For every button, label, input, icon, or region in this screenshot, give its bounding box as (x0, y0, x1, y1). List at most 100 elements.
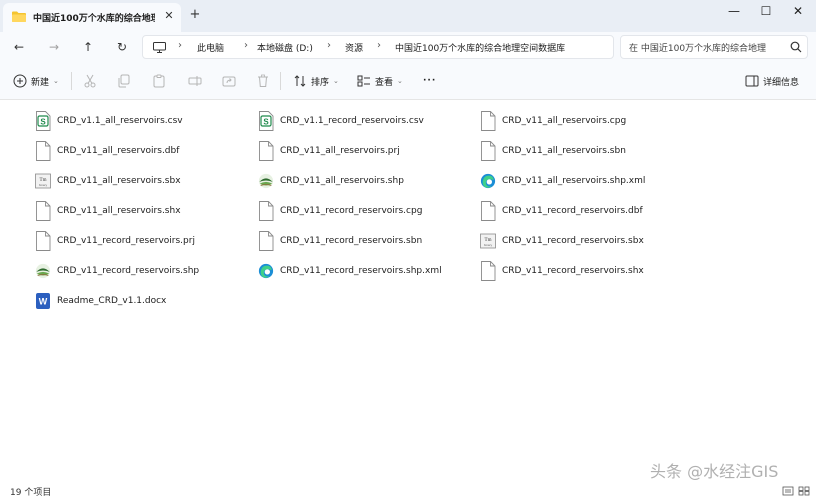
svg-text:binary: binary (39, 183, 48, 187)
breadcrumb-this-pc[interactable]: 此电脑 (197, 41, 224, 54)
file-item[interactable]: CRD_v11_record_reservoirs.dbf (477, 199, 692, 223)
file-name: CRD_v1.1_record_reservoirs.csv (280, 116, 424, 126)
file-name: Readme_CRD_v1.1.docx (57, 296, 167, 306)
view-button[interactable]: 查看 ⌄ (375, 72, 403, 90)
file-item[interactable]: CRD_v11_all_reservoirs.sbn (477, 139, 692, 163)
details-button[interactable]: 详细信息 (763, 72, 799, 90)
rename-icon[interactable] (188, 74, 202, 88)
breadcrumb-separator: › (244, 40, 248, 51)
address-bar[interactable]: › 此电脑 › 本地磁盘 (D:) › 资源 › 中国近100万个水库的综合地理… (142, 35, 614, 59)
file-name: CRD_v11_all_reservoirs.dbf (57, 146, 180, 156)
search-input[interactable]: 在 中国近100万个水库的综合地理 (629, 41, 784, 54)
blank-file-icon (35, 231, 51, 251)
cut-icon[interactable] (83, 74, 97, 88)
copy-icon[interactable] (117, 74, 131, 88)
breadcrumb-local-disk[interactable]: 本地磁盘 (D:) (257, 41, 313, 54)
file-item[interactable]: CRD_v11_all_reservoirs.shp (255, 169, 470, 193)
file-item[interactable]: CRD_v11_all_reservoirs.shx (32, 199, 247, 223)
details-button-label: 详细信息 (763, 77, 800, 88)
sort-button-label: 排序 (311, 77, 330, 88)
blank-file-icon (258, 231, 274, 251)
file-name: CRD_v1.1_all_reservoirs.csv (57, 116, 183, 126)
maximize-button[interactable]: ☐ (751, 2, 781, 20)
new-button[interactable]: 新建 ⌄ (31, 72, 59, 90)
paste-icon[interactable] (152, 74, 166, 88)
sbx-icon: Tm binary (35, 171, 51, 191)
file-name: CRD_v11_record_reservoirs.shp.xml (280, 266, 442, 276)
file-name: CRD_v11_all_reservoirs.cpg (502, 116, 627, 126)
folder-icon (12, 11, 26, 22)
file-name: CRD_v11_all_reservoirs.shp.xml (502, 176, 646, 186)
chevron-down-icon: ⌄ (397, 77, 403, 85)
file-item[interactable]: CRD_v11_record_reservoirs.shx (477, 259, 692, 283)
csv-icon: S (258, 111, 274, 131)
file-name: CRD_v11_record_reservoirs.sbx (502, 236, 644, 246)
details-pane-icon (745, 75, 759, 87)
breadcrumb-separator: › (327, 40, 331, 51)
file-item[interactable]: Tm binary CRD_v11_record_reservoirs.sbx (477, 229, 692, 253)
file-item[interactable]: CRD_v11_all_reservoirs.dbf (32, 139, 247, 163)
watermark: 头条 @水经注GIS (650, 462, 779, 481)
title-bar: 中国近100万个水库的综合地理 ✕ + — ☐ ✕ (0, 0, 816, 32)
new-tab-icon[interactable]: + (188, 8, 202, 22)
blank-file-icon (480, 261, 496, 281)
sort-button[interactable]: 排序 ⌄ (311, 72, 339, 90)
delete-icon[interactable] (256, 74, 270, 88)
breadcrumb-current-folder[interactable]: 中国近100万个水库的综合地理空间数据库 (395, 41, 565, 54)
up-arrow-icon[interactable]: ↑ (80, 39, 96, 55)
search-icon[interactable] (790, 41, 802, 53)
more-options-button[interactable]: ··· (423, 72, 436, 90)
file-item[interactable]: CRD_v11_record_reservoirs.shp.xml (255, 259, 470, 283)
blank-file-icon (480, 111, 496, 131)
layout-toggle-icons[interactable] (782, 486, 812, 496)
forward-arrow-icon[interactable]: → (46, 39, 62, 55)
file-item[interactable]: CRD_v11_all_reservoirs.prj (255, 139, 470, 163)
new-button-label: 新建 (31, 77, 50, 88)
file-name: CRD_v11_record_reservoirs.sbn (280, 236, 423, 246)
file-item[interactable]: CRD_v11_record_reservoirs.shp (32, 259, 247, 283)
item-count: 19 个项目 (10, 488, 52, 498)
blank-file-icon (480, 141, 496, 161)
file-name: CRD_v11_record_reservoirs.shp (57, 266, 200, 276)
command-bar: 新建 ⌄ 排序 ⌄ 查看 ⌄ ··· 详细信息 (0, 62, 816, 100)
blank-file-icon (35, 141, 51, 161)
file-item[interactable]: W Readme_CRD_v1.1.docx (32, 289, 247, 313)
minimize-button[interactable]: — (719, 2, 749, 20)
file-item[interactable]: CRD_v11_all_reservoirs.cpg (477, 109, 692, 133)
file-item[interactable]: Tm binary CRD_v11_all_reservoirs.sbx (32, 169, 247, 193)
file-item[interactable]: CRD_v11_record_reservoirs.cpg (255, 199, 470, 223)
svg-text:S: S (40, 117, 46, 126)
tab-active[interactable]: 中国近100万个水库的综合地理 ✕ (3, 3, 181, 32)
file-name: CRD_v11_record_reservoirs.cpg (280, 206, 423, 216)
breadcrumb-resources[interactable]: 资源 (345, 41, 363, 54)
file-item[interactable]: CRD_v11_record_reservoirs.sbn (255, 229, 470, 253)
file-name: CRD_v11_record_reservoirs.shx (502, 266, 644, 276)
svg-text:S: S (263, 117, 269, 126)
close-tab-icon[interactable]: ✕ (162, 9, 176, 23)
divider (280, 72, 281, 90)
shp-icon (35, 261, 51, 281)
view-icon (357, 75, 370, 87)
breadcrumb-separator: › (178, 40, 182, 51)
chevron-down-icon: ⌄ (53, 77, 59, 85)
file-name: CRD_v11_record_reservoirs.prj (57, 236, 195, 246)
file-name: CRD_v11_record_reservoirs.dbf (502, 206, 643, 216)
file-name: CRD_v11_all_reservoirs.prj (280, 146, 400, 156)
file-item[interactable]: CRD_v11_all_reservoirs.shp.xml (477, 169, 692, 193)
back-arrow-icon[interactable]: ← (11, 39, 27, 55)
search-box[interactable]: 在 中国近100万个水库的综合地理 (620, 35, 808, 59)
tab-title: 中国近100万个水库的综合地理 (33, 14, 155, 24)
breadcrumb-separator: › (377, 40, 381, 51)
file-item[interactable]: S CRD_v1.1_all_reservoirs.csv (32, 109, 247, 133)
file-item[interactable]: CRD_v11_record_reservoirs.prj (32, 229, 247, 253)
refresh-icon[interactable]: ↻ (114, 39, 130, 55)
csv-icon: S (35, 111, 51, 131)
share-icon[interactable] (222, 74, 236, 88)
file-item[interactable]: S CRD_v1.1_record_reservoirs.csv (255, 109, 470, 133)
close-window-button[interactable]: ✕ (783, 2, 813, 20)
address-row: ← → ↑ ↻ › 此电脑 › 本地磁盘 (D:) › 资源 › 中国近100万… (0, 32, 816, 62)
chevron-down-icon: ⌄ (333, 77, 339, 85)
divider (71, 72, 72, 90)
edge-icon (480, 171, 496, 191)
computer-icon (153, 42, 166, 53)
